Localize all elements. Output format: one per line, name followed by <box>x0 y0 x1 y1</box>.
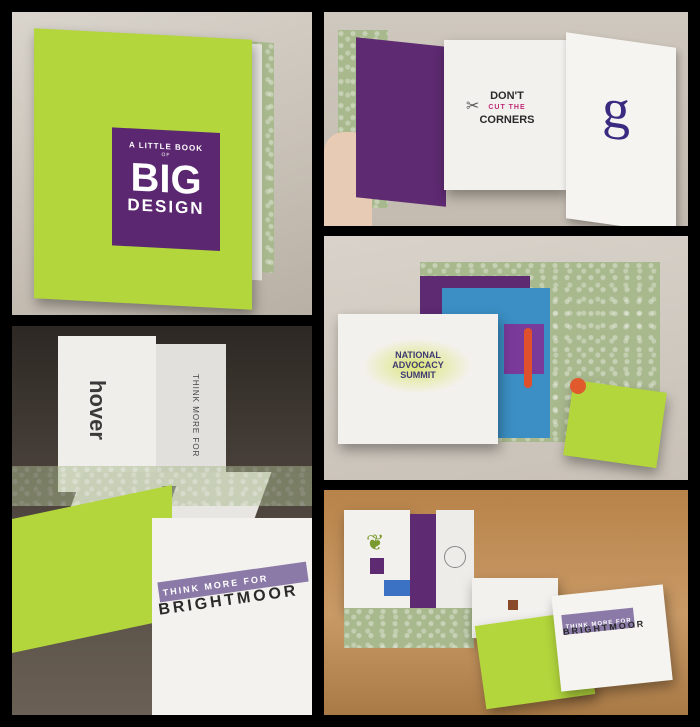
summit-photo: NATIONAL ADVOCACY SUMMIT <box>324 236 688 480</box>
pot-icon <box>370 558 384 574</box>
g-page: g <box>566 32 676 226</box>
dont-word: DON'T <box>490 90 524 102</box>
window-icon <box>384 580 410 596</box>
corners-word: CORNERS <box>479 114 535 126</box>
scissors-icon: ✂ <box>466 98 480 115</box>
foldout-pattern-floor <box>344 608 474 648</box>
cover-design: DESIGN <box>127 195 205 219</box>
cut-the-word: CUT THE <box>488 104 526 111</box>
summit-logo: NATIONAL ADVOCACY SUMMIT <box>376 350 460 380</box>
book-cover: A LITTLE BOOK OF BIG DESIGN <box>34 28 252 310</box>
g-letter: g <box>602 76 630 143</box>
brightmoor-lime-page <box>12 484 172 654</box>
cover-photo: A LITTLE BOOK OF BIG DESIGN <box>12 12 312 315</box>
summit-national: NATIONAL <box>395 350 441 360</box>
foldout-photo: ❦ THINK MORE FOR BRIGHTMOOR <box>324 490 688 715</box>
summit-ribbon <box>524 328 532 388</box>
summit-advocacy: ADVOCACY <box>392 360 444 370</box>
summit-front-card: NATIONAL ADVOCACY SUMMIT <box>338 314 498 444</box>
small-box-icon <box>508 600 518 610</box>
circle-icon <box>444 546 466 568</box>
dont-logo: DON'T CUT THE CORNERS <box>470 90 544 126</box>
foldout-purple-wall <box>410 514 436 614</box>
dont-page: DON'T CUT THE CORNERS ✂ <box>444 40 566 190</box>
tag-hole-icon <box>570 378 586 394</box>
spread-photo: DON'T CUT THE CORNERS ✂ g <box>324 12 688 226</box>
hover-photo: hover THINK MORE FOR THINK MORE FOR BRIG… <box>12 326 312 715</box>
plant-icon: ❦ <box>366 530 385 555</box>
purple-page <box>356 37 446 207</box>
hover-right-page: THINK MORE FOR <box>156 344 226 484</box>
summit-summit: SUMMIT <box>400 370 436 380</box>
foldout-brightmoor-page: THINK MORE FOR BRIGHTMOOR <box>551 584 673 692</box>
hover-mirror-text: THINK MORE FOR <box>191 374 200 458</box>
hover-word: hover <box>85 380 110 440</box>
brightmoor-white-page: THINK MORE FOR BRIGHTMOOR <box>152 518 312 715</box>
foldout-side-page <box>436 510 474 620</box>
cover-title-block: A LITTLE BOOK OF BIG DESIGN <box>112 127 220 252</box>
